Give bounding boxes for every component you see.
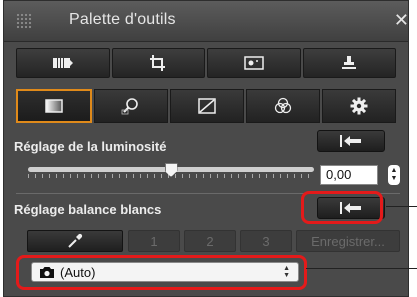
crop-button[interactable] [111,48,205,78]
brightness-label: Réglage de la luminosité [14,139,167,154]
copy-stamp-button[interactable] [302,48,396,78]
reset-arrow-icon [340,135,361,147]
callout-line [386,206,417,207]
image-dust-icon [244,56,264,70]
tab-basic[interactable] [16,89,92,123]
title-bar[interactable]: Palette d'outils ✕ [4,1,408,42]
tool-palette: Palette d'outils ✕ Réglage de la luminos… [3,0,409,297]
white-balance-reset-button[interactable] [317,197,385,219]
color-adjust-icon [274,97,292,114]
compare-button[interactable] [16,48,110,78]
crop-icon [150,55,166,71]
select-arrows-icon: ▲ ▼ [283,265,290,279]
white-balance-select[interactable]: (Auto) ▲ ▼ [31,262,299,282]
tabs-row [16,89,396,123]
wb-preset-3-button[interactable]: 3 [240,230,292,252]
gear-icon [350,97,368,115]
section-divider [16,193,400,194]
brightness-reset-button[interactable] [317,130,385,152]
tab-tone-curve[interactable] [170,89,244,123]
stepper-up-icon[interactable]: ▲ [391,167,398,175]
tab-detail[interactable] [94,89,168,123]
wb-preset-1-button[interactable]: 1 [128,230,180,252]
eyedropper-button[interactable] [27,230,123,252]
dust-delete-button[interactable] [207,48,301,78]
eyedropper-icon [68,233,83,248]
detail-zoom-icon [121,98,138,115]
white-balance-label: Réglage balance blancs [14,202,162,217]
reset-arrow-icon [340,202,361,214]
white-balance-select-value: (Auto) [60,264,96,280]
palette-title: Palette d'outils [69,11,176,28]
tab-settings[interactable] [322,89,396,123]
basic-adjust-icon [45,99,63,113]
tab-color[interactable] [246,89,320,123]
tone-curve-icon [198,98,216,114]
wb-preset-2-button[interactable]: 2 [184,230,236,252]
stamp-icon [342,56,357,69]
wb-save-button[interactable]: Enregistrer... [296,230,400,252]
brightness-stepper[interactable]: ▲ ▼ [388,165,400,185]
stepper-down-icon[interactable]: ▼ [391,175,398,183]
tool-buttons-row [16,48,396,78]
grip-icon[interactable] [16,13,32,29]
callout-line [306,268,417,269]
close-icon[interactable]: ✕ [394,10,408,31]
camera-icon [39,266,55,279]
compare-icon [52,58,73,68]
brightness-value-field[interactable]: 0,00 [320,165,378,185]
